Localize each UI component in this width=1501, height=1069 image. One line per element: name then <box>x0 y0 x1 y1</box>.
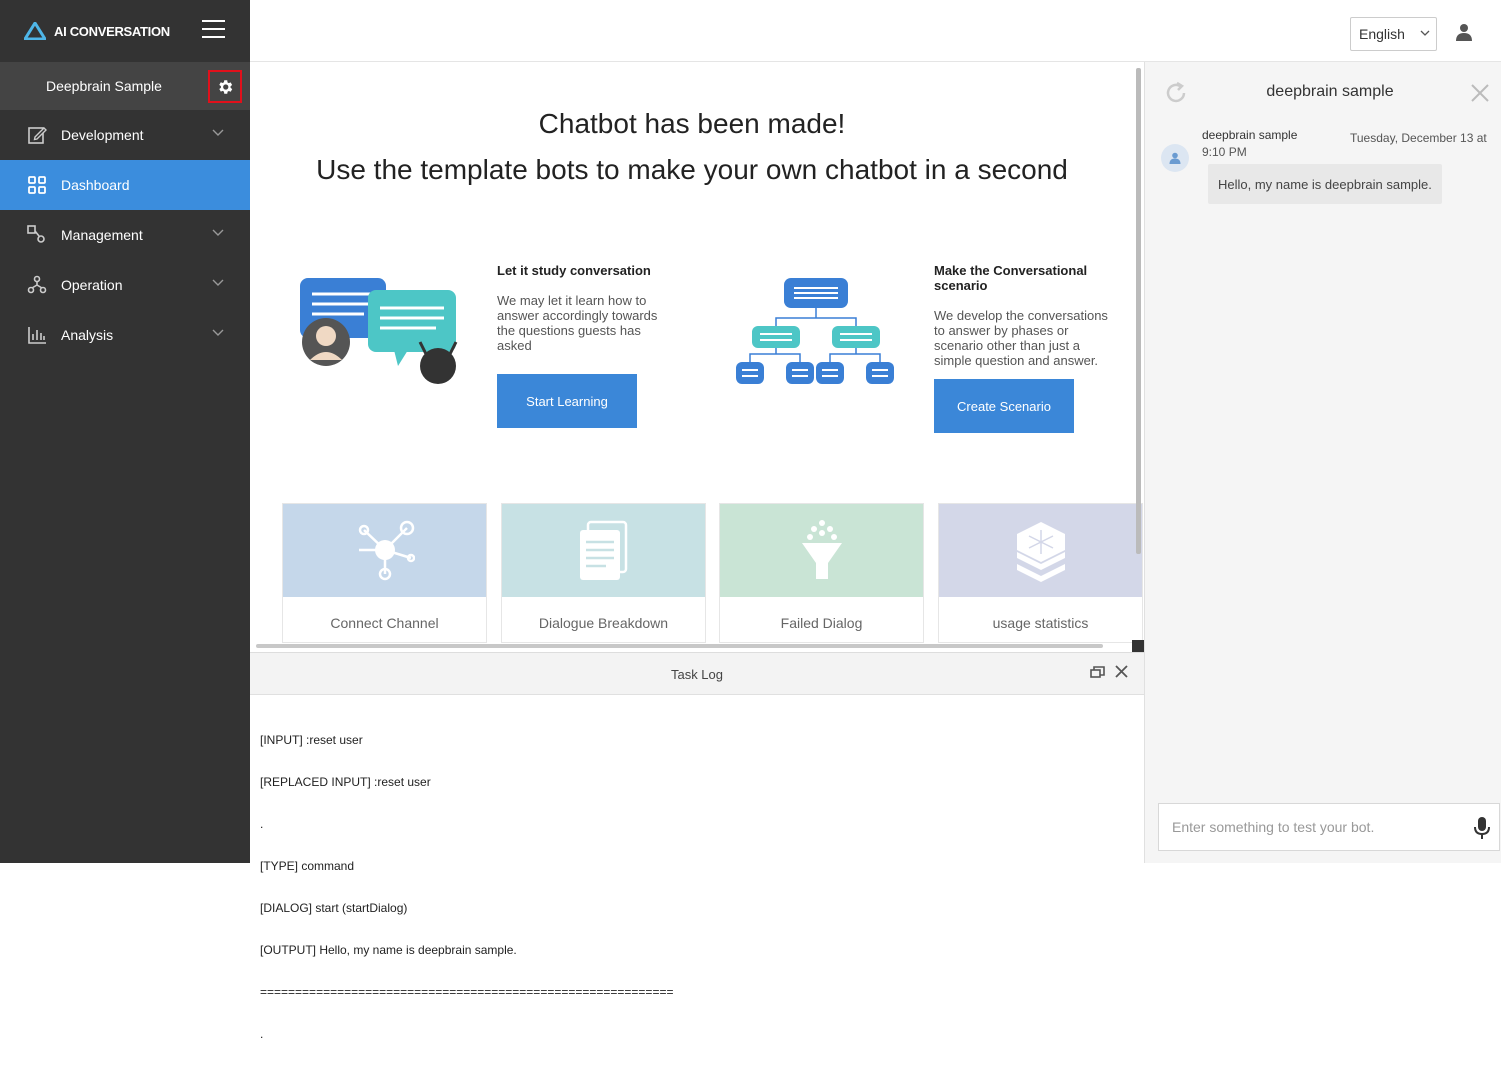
log-line: . <box>260 817 264 831</box>
document-stack-icon <box>579 520 627 580</box>
logo-icon <box>24 22 46 40</box>
bot-selector: Deepbrain Sample <box>0 62 250 110</box>
log-line: [TYPE] command <box>260 859 355 873</box>
network-icon <box>358 520 415 580</box>
desc-line: scenario other than just a <box>934 338 1080 353</box>
task-log-output: [INPUT] :reset user [REPLACED INPUT] :re… <box>250 695 1144 1069</box>
message-sender: deepbrain sample <box>1202 128 1298 142</box>
card-usage-statistics[interactable]: usage statistics <box>938 503 1143 643</box>
card-connect-channel[interactable]: Connect Channel <box>282 503 487 643</box>
chevron-down-icon <box>212 279 224 286</box>
bot-settings-gear-icon[interactable] <box>208 70 242 103</box>
feature-scenario-description: We develop the conversations to answer b… <box>934 308 1108 368</box>
title-line: scenario <box>934 278 988 293</box>
card-label: Connect Channel <box>330 615 439 631</box>
sidebar: AI CONVERSATION Deepbrain Sample Develop… <box>0 0 250 863</box>
desc-line: to answer by phases or <box>934 323 1069 338</box>
sidebar-item-analysis[interactable]: Analysis <box>0 310 250 360</box>
desc-line: the questions guests has <box>497 323 641 338</box>
log-line: [REPLACED INPUT] :reset user <box>260 775 431 789</box>
funnel-icon <box>801 519 842 579</box>
chevron-down-icon <box>212 129 224 136</box>
page-title: Chatbot has been made! <box>538 108 846 139</box>
page-subtitle: Use the template bots to make your own c… <box>316 154 1068 185</box>
top-header: English <box>250 0 1501 62</box>
dashboard-main: Chatbot has been made! Use the template … <box>250 62 1144 652</box>
log-line: [OUTPUT] Hello, my name is deepbrain sam… <box>260 943 517 957</box>
chevron-down-icon <box>212 329 224 336</box>
feature-learning-description: We may let it learn how to answer accord… <box>497 293 657 353</box>
language-select-value: English <box>1359 26 1405 42</box>
chevron-down-icon <box>212 229 224 236</box>
desc-line: simple question and answer. <box>934 353 1099 368</box>
log-line: ========================================… <box>260 985 674 999</box>
chat-test-panel: deepbrain sample deepbrain sample Tuesda… <box>1144 62 1501 863</box>
chat-title: deepbrain sample <box>1266 83 1394 100</box>
card-header <box>720 504 923 597</box>
edit-icon <box>27 125 47 145</box>
scroll-corner <box>1132 640 1144 652</box>
sidebar-item-label: Operation <box>61 277 123 293</box>
task-log-header: Task Log <box>250 653 1144 695</box>
card-label: usage statistics <box>992 615 1089 631</box>
card-header <box>502 504 705 597</box>
card-label: Failed Dialog <box>780 615 863 631</box>
feature-learning-title: Let it study conversation <box>497 263 651 278</box>
sidebar-item-label: Dashboard <box>61 177 130 193</box>
sidebar-item-dashboard[interactable]: Dashboard <box>0 160 250 210</box>
task-log-title: Task Log <box>670 667 724 682</box>
card-header <box>283 504 486 597</box>
language-select[interactable]: English <box>1350 17 1437 51</box>
log-line: [INPUT] :reset user <box>260 733 363 747</box>
task-log-panel: Task Log [INPUT] :reset user [REPLACED I… <box>250 652 1144 1041</box>
restore-window-icon[interactable] <box>1090 666 1105 680</box>
desc-line: answer accordingly towards <box>497 308 658 323</box>
desc-line: We may let it learn how to <box>497 293 647 308</box>
grid-icon <box>27 175 47 195</box>
horizontal-scrollbar[interactable] <box>256 644 1103 648</box>
avatar <box>1161 144 1189 172</box>
sidebar-item-operation[interactable]: Operation <box>0 260 250 310</box>
desc-line: asked <box>497 338 532 353</box>
bot-name: Deepbrain Sample <box>46 78 162 94</box>
desc-line: We develop the conversations <box>934 308 1108 323</box>
message-bubble: Hello, my name is deepbrain sample. <box>1208 164 1442 204</box>
create-scenario-button[interactable]: Create Scenario <box>934 379 1074 433</box>
conversation-illustration <box>300 278 458 384</box>
hamburger-menu-icon[interactable] <box>202 20 225 39</box>
card-header <box>939 504 1142 597</box>
operation-icon <box>27 275 47 295</box>
card-failed-dialog[interactable]: Failed Dialog <box>719 503 924 643</box>
logo-bar: AI CONVERSATION <box>0 0 250 62</box>
chat-input[interactable] <box>1172 807 1472 847</box>
user-profile-icon[interactable] <box>1455 23 1473 41</box>
close-icon[interactable] <box>1471 84 1489 102</box>
bar-chart-icon <box>27 325 47 345</box>
start-learning-button[interactable]: Start Learning <box>497 374 637 428</box>
feature-scenario-title: Make the Conversational scenario <box>934 263 1087 293</box>
sidebar-item-label: Management <box>61 227 143 243</box>
message-time: 9:10 PM <box>1202 145 1247 159</box>
vertical-scrollbar[interactable] <box>1136 68 1141 554</box>
logo-text: AI CONVERSATION <box>54 23 170 39</box>
log-line: [DIALOG] start (startDialog) <box>260 901 408 915</box>
card-dialogue-breakdown[interactable]: Dialogue Breakdown <box>501 503 706 643</box>
layers-icon <box>1016 521 1065 582</box>
chat-input-box <box>1158 803 1500 851</box>
card-label: Dialogue Breakdown <box>538 615 669 631</box>
sidebar-item-label: Analysis <box>61 327 114 343</box>
scenario-tree-illustration <box>736 278 894 384</box>
sidebar-item-management[interactable]: Management <box>0 210 250 260</box>
log-line: . <box>260 1027 264 1041</box>
user-avatar-icon <box>1169 152 1181 164</box>
title-line: Make the Conversational <box>934 263 1088 278</box>
management-icon <box>27 225 47 245</box>
message-date: Tuesday, December 13 at <box>1350 131 1487 145</box>
chevron-down-icon <box>1420 30 1430 36</box>
microphone-icon[interactable] <box>1474 816 1490 840</box>
close-icon[interactable] <box>1115 665 1128 678</box>
sidebar-item-development[interactable]: Development <box>0 110 250 160</box>
sidebar-item-label: Development <box>61 127 144 143</box>
